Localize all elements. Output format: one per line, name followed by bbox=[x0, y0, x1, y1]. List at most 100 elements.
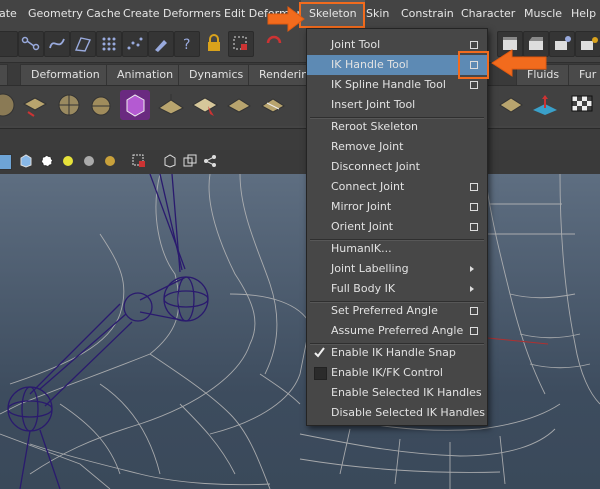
menu-item-connect-joint[interactable]: Connect Joint bbox=[307, 177, 487, 197]
option-box-icon[interactable] bbox=[470, 327, 478, 335]
panel-menu-strip bbox=[0, 128, 600, 152]
curve-icon[interactable] bbox=[44, 31, 70, 57]
menu-item-label: Disable Selected IK Handles bbox=[331, 406, 485, 419]
menu-item-label: Enable Selected IK Handles bbox=[331, 386, 482, 399]
menu-geometry-cache[interactable]: Geometry Cache bbox=[28, 0, 121, 28]
menu-create-deformers[interactable]: Create Deformers bbox=[123, 0, 221, 28]
menu-item-label: Orient Joint bbox=[331, 220, 394, 233]
joint-chain-icon[interactable] bbox=[18, 31, 44, 57]
menu-item-remove-joint[interactable]: Remove Joint bbox=[307, 137, 487, 157]
menu-item-label: IK Handle Tool bbox=[331, 58, 409, 71]
menu-item-set-preferred-angle[interactable]: Set Preferred Angle bbox=[307, 301, 487, 321]
lattice-icon[interactable] bbox=[20, 90, 50, 120]
flare-icon[interactable] bbox=[258, 90, 288, 120]
submenu-arrow-icon bbox=[470, 266, 474, 272]
option-box-icon[interactable] bbox=[470, 203, 478, 211]
menu-item-label: Enable IK/FK Control bbox=[331, 366, 443, 379]
svg-text:?: ? bbox=[183, 37, 190, 53]
render-settings-icon[interactable] bbox=[549, 31, 575, 57]
hypershade-icon[interactable] bbox=[575, 31, 600, 57]
duplicate-view-icon[interactable] bbox=[183, 154, 197, 168]
purple-cube-icon[interactable] bbox=[120, 90, 150, 120]
option-box-icon[interactable] bbox=[470, 41, 478, 49]
menu-item-reroot-skeleton[interactable]: Reroot Skeleton bbox=[307, 117, 487, 137]
select-plane-icon[interactable] bbox=[190, 90, 220, 120]
menu-item-enable-ik-handle-snap[interactable]: Enable IK Handle Snap bbox=[307, 343, 487, 363]
check-icon bbox=[314, 347, 325, 358]
viewport-toolbar bbox=[0, 150, 600, 174]
tab-deformation[interactable]: Deformation bbox=[20, 64, 111, 85]
lock-icon[interactable] bbox=[202, 31, 226, 55]
share-icon[interactable] bbox=[203, 154, 217, 168]
menu-item-label: Full Body IK bbox=[331, 282, 396, 295]
menu-item-joint-labelling[interactable]: Joint Labelling bbox=[307, 259, 487, 279]
select-region-icon[interactable] bbox=[228, 31, 254, 57]
shelf bbox=[0, 86, 600, 126]
brush-icon[interactable] bbox=[148, 31, 174, 57]
menu-item-disable-selected-ik-handles[interactable]: Disable Selected IK Handles bbox=[307, 403, 487, 423]
cluster-sphere-icon[interactable] bbox=[86, 90, 116, 120]
menu-character[interactable]: Character bbox=[461, 0, 515, 28]
arrow-right-callout-icon bbox=[267, 6, 305, 32]
unchecked-box-icon bbox=[314, 367, 327, 380]
menu-create[interactable]: ate bbox=[0, 0, 17, 28]
option-box-icon[interactable] bbox=[470, 81, 478, 89]
sphere-deformer-icon[interactable] bbox=[0, 90, 18, 120]
points-icon[interactable] bbox=[122, 31, 148, 57]
tab-dynamics[interactable]: Dynamics bbox=[178, 64, 255, 85]
menu-constrain[interactable]: Constrain bbox=[401, 0, 454, 28]
help-icon[interactable]: ? bbox=[174, 31, 200, 57]
viewport[interactable] bbox=[0, 174, 600, 489]
menu-item-label: Mirror Joint bbox=[331, 200, 392, 213]
wireframe-cube-icon[interactable] bbox=[19, 154, 33, 168]
xray-select-icon[interactable] bbox=[132, 154, 146, 168]
menu-item-label: Reroot Skeleton bbox=[331, 120, 419, 133]
wrap-sphere-icon[interactable] bbox=[54, 90, 84, 120]
menu-item-humanik[interactable]: HumanIK... bbox=[307, 239, 487, 259]
gold-sphere-icon[interactable] bbox=[103, 154, 117, 168]
menu-skin[interactable]: Skin bbox=[366, 0, 389, 28]
tab-fur[interactable]: Fur bbox=[568, 64, 600, 85]
menu-item-label: Remove Joint bbox=[331, 140, 404, 153]
view-cube-icon[interactable] bbox=[0, 154, 12, 170]
menu-item-mirror-joint[interactable]: Mirror Joint bbox=[307, 197, 487, 217]
menu-item-full-body-ik[interactable]: Full Body IK bbox=[307, 279, 487, 299]
menu-item-enable-selected-ik-handles[interactable]: Enable Selected IK Handles bbox=[307, 383, 487, 403]
tab-partial[interactable] bbox=[0, 64, 8, 85]
menu-item-label: Disconnect Joint bbox=[331, 160, 420, 173]
menu-muscle[interactable]: Muscle bbox=[524, 0, 562, 28]
skeleton-menu: Joint Tool IK Handle Tool IK Spline Hand… bbox=[306, 28, 488, 426]
textured-icon[interactable] bbox=[40, 154, 54, 168]
menu-item-label: Joint Tool bbox=[331, 38, 381, 51]
option-box-highlight bbox=[458, 51, 489, 79]
shadow-sphere-icon[interactable] bbox=[82, 154, 96, 168]
wave-icon[interactable] bbox=[530, 90, 560, 120]
menu-item-assume-preferred-angle[interactable]: Assume Preferred Angle bbox=[307, 321, 487, 341]
grid-icon[interactable] bbox=[96, 31, 122, 57]
menu-help[interactable]: Help bbox=[571, 0, 596, 28]
tab-animation[interactable]: Animation bbox=[106, 64, 185, 85]
tool-icon[interactable] bbox=[0, 31, 18, 57]
menu-item-label: Connect Joint bbox=[331, 180, 405, 193]
checker-icon[interactable] bbox=[566, 90, 596, 120]
lighting-icon[interactable] bbox=[61, 154, 75, 168]
menu-item-enable-ik-fk-control[interactable]: Enable IK/FK Control bbox=[307, 363, 487, 383]
menu-item-label: Enable IK Handle Snap bbox=[331, 346, 456, 359]
menu-item-label: IK Spline Handle Tool bbox=[331, 78, 446, 91]
submenu-arrow-icon bbox=[470, 286, 474, 292]
sculpt-icon[interactable] bbox=[496, 90, 526, 120]
bend-icon[interactable] bbox=[224, 90, 254, 120]
plane-deform-icon[interactable] bbox=[156, 90, 186, 120]
isolate-icon[interactable] bbox=[163, 154, 177, 168]
menu-item-label: HumanIK... bbox=[331, 242, 392, 255]
surface-icon[interactable] bbox=[70, 31, 96, 57]
option-box-icon[interactable] bbox=[470, 223, 478, 231]
menu-item-orient-joint[interactable]: Orient Joint bbox=[307, 217, 487, 237]
menu-item-disconnect-joint[interactable]: Disconnect Joint bbox=[307, 157, 487, 177]
menu-item-insert-joint-tool[interactable]: Insert Joint Tool bbox=[307, 95, 487, 115]
option-box-icon[interactable] bbox=[470, 183, 478, 191]
menu-item-label: Insert Joint Tool bbox=[331, 98, 416, 111]
snap-icon[interactable] bbox=[262, 31, 286, 55]
option-box-icon[interactable] bbox=[470, 307, 478, 315]
menu-item-label: Assume Preferred Angle bbox=[331, 324, 464, 337]
